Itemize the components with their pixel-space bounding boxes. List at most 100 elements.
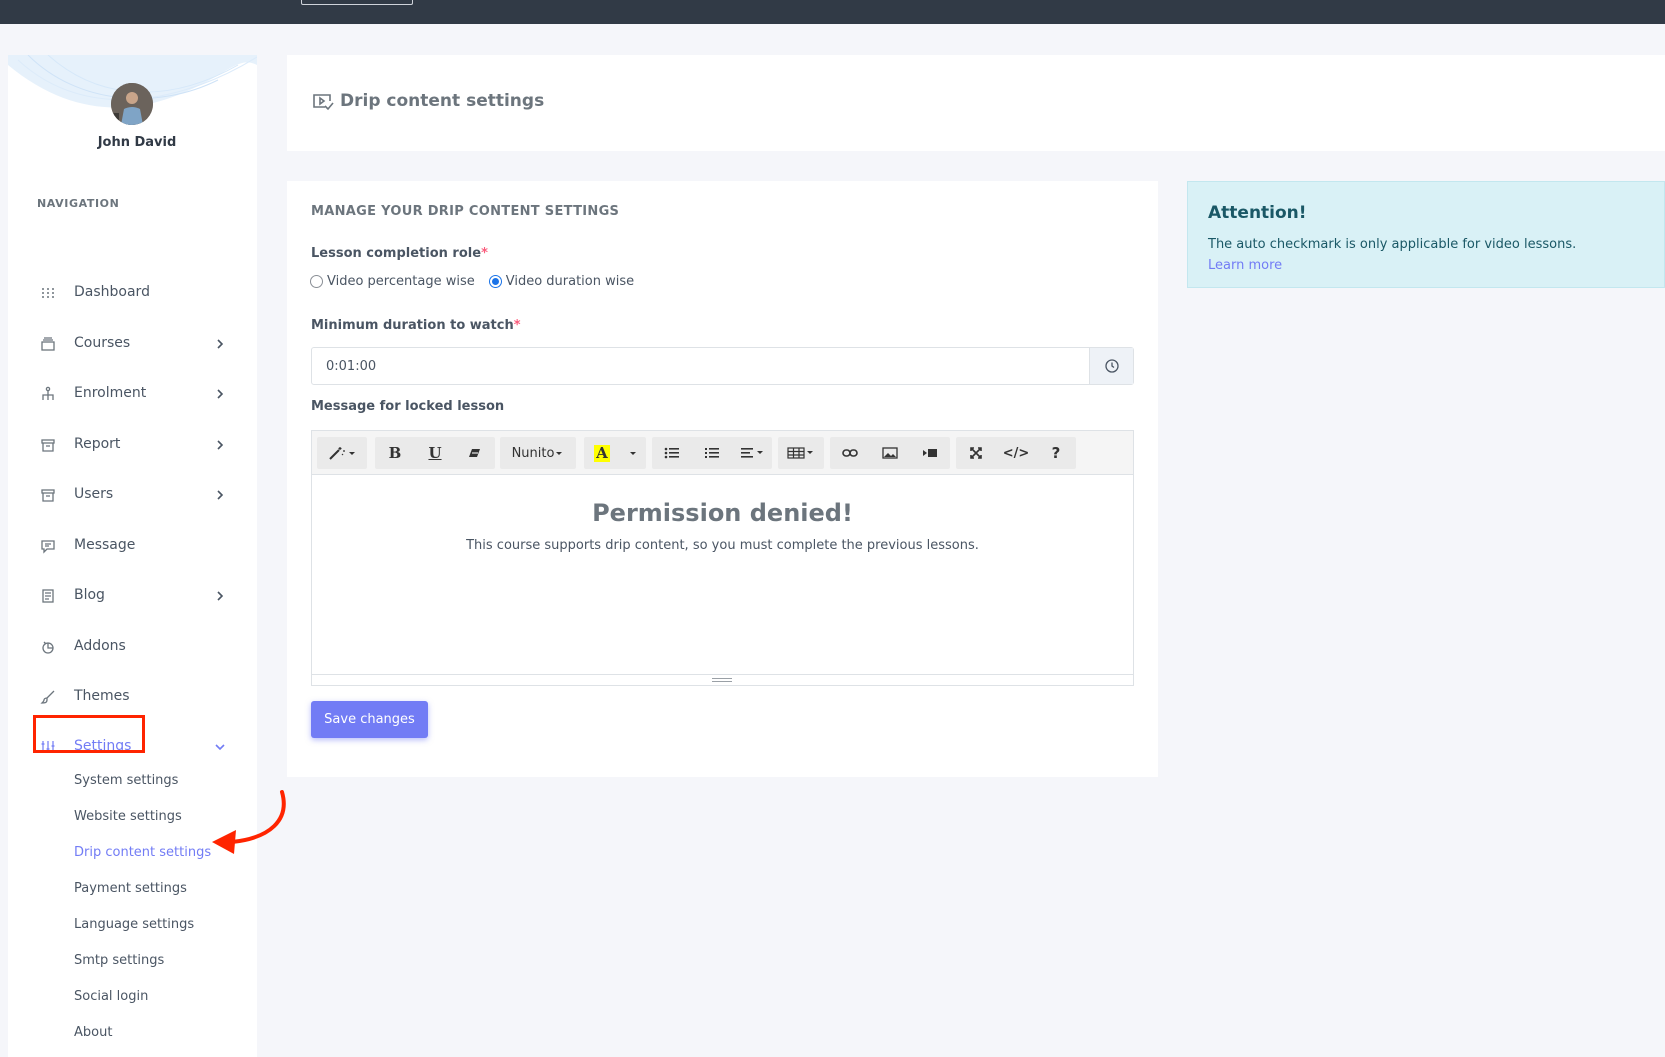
sidebar-item-label: Enrolment [74, 385, 147, 401]
toolbar-group-paragraph [652, 437, 772, 469]
users-icon [41, 489, 55, 502]
code-view-button[interactable]: </> [996, 437, 1036, 469]
sidebar-item-themes[interactable]: Themes [8, 679, 257, 715]
bold-button[interactable]: B [375, 437, 415, 469]
enrolment-icon [42, 386, 54, 400]
min-duration-field [311, 347, 1134, 385]
sidebar-item-dashboard[interactable]: Dashboard [8, 275, 257, 311]
chevron-right-icon [217, 591, 224, 601]
required-mark: * [513, 318, 521, 333]
radio-video-percentage[interactable] [310, 275, 323, 288]
sidebar-item-label: Report [74, 436, 121, 452]
video-icon [923, 449, 937, 457]
eraser-icon [469, 449, 480, 457]
save-changes-button[interactable]: Save changes [311, 701, 428, 738]
sidebar-item-label: Dashboard [74, 284, 150, 300]
submenu-about[interactable]: About [74, 1025, 112, 1040]
clear-format-button[interactable] [455, 437, 495, 469]
toolbar-group-color: A [584, 437, 646, 469]
fullscreen-button[interactable] [956, 437, 996, 469]
sidebar-item-message[interactable]: Message [8, 528, 257, 564]
sidebar-item-addons[interactable]: Addons [8, 629, 257, 665]
chevron-right-icon [217, 440, 224, 450]
chevron-down-icon [215, 744, 225, 751]
editor-content-area[interactable]: Permission denied! This course supports … [312, 475, 1133, 673]
help-button[interactable]: ? [1036, 437, 1076, 469]
drip-settings-card: MANAGE YOUR DRIP CONTENT SETTINGS Lesson… [287, 181, 1158, 777]
align-dropdown[interactable] [732, 437, 772, 469]
annotation-highlight-box [33, 715, 145, 753]
insert-link-button[interactable] [830, 437, 870, 469]
table-icon [787, 447, 813, 459]
message-icon [41, 540, 55, 554]
alert-text: The auto checkmark is only applicable fo… [1208, 237, 1577, 252]
editor-resize-handle[interactable] [312, 674, 1133, 685]
highlight-letter: A [594, 443, 610, 462]
toolbar-group-font: Nunito [500, 437, 576, 469]
brush-icon [40, 690, 55, 704]
locked-message-text: This course supports drip content, so yo… [466, 538, 979, 553]
toolbar-group-format: B U [375, 437, 495, 469]
bullet-list-icon [664, 447, 679, 459]
font-family-dropdown[interactable]: Nunito [500, 437, 576, 469]
user-name: John David [97, 135, 177, 150]
insert-video-button[interactable] [910, 437, 950, 469]
submenu-payment-settings[interactable]: Payment settings [74, 881, 187, 896]
sidebar-item-label: Addons [74, 638, 126, 654]
sidebar-item-report[interactable]: Report [8, 427, 257, 463]
chevron-right-icon [217, 490, 224, 500]
image-icon [882, 447, 898, 459]
toolbar-group-view: </> ? [956, 437, 1076, 469]
highlight-color-button[interactable]: A [584, 437, 620, 469]
numbered-list-icon [705, 448, 719, 458]
align-left-icon [741, 448, 763, 458]
sidebar-item-users[interactable]: Users [8, 477, 257, 513]
completion-role-label: Lesson completion role* [311, 246, 488, 261]
caret-down-icon [630, 452, 636, 455]
page-title: Drip content settings [340, 91, 545, 111]
time-picker-button[interactable] [1089, 348, 1133, 384]
submenu-drip-content-settings[interactable]: Drip content settings [74, 845, 211, 860]
ordered-list-button[interactable] [692, 437, 732, 469]
table-dropdown[interactable] [778, 437, 824, 469]
toolbar-group-style [317, 437, 367, 469]
expand-icon [970, 447, 982, 459]
blog-icon [42, 589, 54, 603]
editor-toolbar: B U Nunito A </> ? [312, 431, 1133, 475]
color-dropdown[interactable] [620, 437, 646, 469]
radio-video-duration-label[interactable]: Video duration wise [506, 274, 634, 289]
magic-style-button[interactable] [317, 437, 367, 469]
insert-image-button[interactable] [870, 437, 910, 469]
sidebar-item-enrolment[interactable]: Enrolment [8, 376, 257, 412]
sidebar-item-label: Users [74, 486, 114, 502]
learn-more-link[interactable]: Learn more [1208, 258, 1282, 273]
sidebar-item-courses[interactable]: Courses [8, 326, 257, 362]
min-duration-input[interactable] [312, 348, 1089, 384]
sidebar-item-blog[interactable]: Blog [8, 578, 257, 614]
card-title: MANAGE YOUR DRIP CONTENT SETTINGS [311, 204, 620, 219]
addons-icon [42, 641, 54, 654]
video-check-icon [313, 94, 334, 111]
toolbar-group-table [778, 437, 824, 469]
link-icon [842, 449, 858, 457]
submenu-social-login[interactable]: Social login [74, 989, 148, 1004]
locked-message-heading: Permission denied! [592, 499, 853, 527]
chevron-right-icon [217, 339, 224, 349]
submenu-website-settings[interactable]: Website settings [74, 809, 182, 824]
topbar-button[interactable] [301, 0, 413, 5]
submenu-language-settings[interactable]: Language settings [74, 917, 194, 932]
radio-video-duration[interactable] [488, 275, 502, 288]
caret-down-icon [556, 452, 563, 455]
underline-button[interactable]: U [415, 437, 455, 469]
clock-icon [1104, 359, 1119, 373]
attention-alert: Attention! The auto checkmark is only ap… [1187, 181, 1665, 288]
avatar[interactable] [111, 83, 153, 125]
unordered-list-button[interactable] [652, 437, 692, 469]
submenu-smtp-settings[interactable]: Smtp settings [74, 953, 164, 968]
page-header: Drip content settings [287, 55, 1665, 151]
locked-message-label: Message for locked lesson [311, 399, 505, 414]
completion-role-radio-group: Video percentage wise Video duration wis… [310, 274, 634, 289]
radio-video-percentage-label[interactable]: Video percentage wise [327, 274, 475, 289]
toolbar-group-insert [830, 437, 950, 469]
submenu-system-settings[interactable]: System settings [74, 773, 178, 788]
